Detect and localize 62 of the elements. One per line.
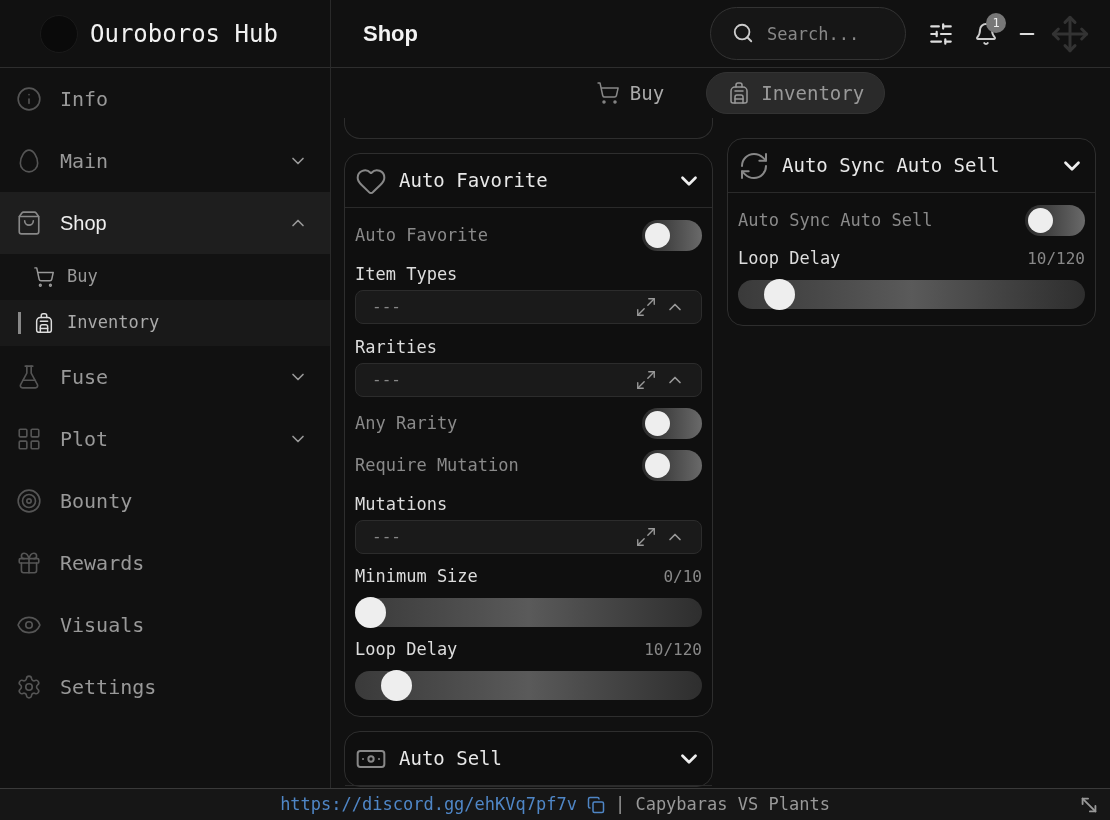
card-title: Auto Favorite xyxy=(399,168,549,194)
toggle-switch[interactable] xyxy=(642,450,702,481)
slider-thumb[interactable] xyxy=(355,597,386,628)
card-title: Auto Sell xyxy=(399,746,503,772)
discord-link[interactable]: https://discord.gg/ehKVq7pf7v xyxy=(280,791,577,818)
notification-badge: 1 xyxy=(986,12,1006,33)
field-label: Mutations xyxy=(355,493,449,516)
target-icon xyxy=(16,488,42,514)
cart-icon xyxy=(595,81,620,105)
sidebar-item[interactable]: Shop xyxy=(0,192,330,254)
field-label: Rarities xyxy=(355,336,438,359)
sidebar-item[interactable]: Info xyxy=(0,68,330,130)
gift-icon xyxy=(16,550,42,576)
slider-track[interactable] xyxy=(738,280,1085,309)
sidebar-item[interactable]: Bounty xyxy=(0,470,330,532)
page-title: Shop xyxy=(363,20,419,48)
slider-label: Minimum Size xyxy=(355,565,478,589)
settings-icon xyxy=(16,674,42,700)
sidebar-item[interactable]: Settings xyxy=(0,656,330,718)
sliders-icon[interactable] xyxy=(928,20,954,47)
slider-value: 10/120 xyxy=(1027,248,1085,270)
tab[interactable]: Inventory xyxy=(706,72,886,114)
dropdown-field[interactable]: --- xyxy=(355,520,702,554)
app-title: Ouroboros Hub xyxy=(90,18,278,50)
slider-track[interactable] xyxy=(355,598,702,627)
slider-thumb[interactable] xyxy=(381,670,413,701)
slider-value: 0/10 xyxy=(663,566,702,588)
toggle-switch[interactable] xyxy=(642,220,702,251)
tab[interactable]: Buy xyxy=(575,72,685,114)
card-title: Auto Sync Auto Sell xyxy=(782,153,1001,179)
dropdown-field[interactable]: --- xyxy=(355,363,702,397)
sidebar-item[interactable]: Fuse xyxy=(0,346,330,408)
slider-track[interactable] xyxy=(355,671,702,700)
slider-label: Loop Delay xyxy=(738,247,841,271)
backpack-icon xyxy=(33,312,55,334)
grid-icon xyxy=(16,426,42,452)
expand-icon[interactable] xyxy=(635,526,657,548)
expand-icon[interactable] xyxy=(635,369,657,391)
slider-thumb[interactable] xyxy=(764,279,796,310)
sidebar-item[interactable]: Plot xyxy=(0,408,330,470)
expand-icon[interactable] xyxy=(635,296,657,318)
sidebar-subitem[interactable]: Inventory xyxy=(0,300,330,346)
copy-icon[interactable] xyxy=(586,795,605,814)
toggle-label: Require Mutation xyxy=(355,453,519,477)
footer-text: | Capybaras VS Plants xyxy=(614,792,830,816)
toggle-label: Auto Favorite xyxy=(355,223,489,247)
cart-icon xyxy=(33,266,55,288)
info-icon xyxy=(16,86,42,112)
bag-icon xyxy=(16,210,42,236)
slider-label: Loop Delay xyxy=(355,638,458,662)
sidebar-item[interactable]: Rewards xyxy=(0,532,330,594)
toggle-label: Auto Sync Auto Sell xyxy=(738,208,933,232)
sidebar-item[interactable]: Main xyxy=(0,130,330,192)
toggle-label: Any Rarity xyxy=(355,411,458,435)
search-icon xyxy=(732,22,754,44)
sidebar-item[interactable]: Visuals xyxy=(0,594,330,656)
search-field[interactable]: Search... xyxy=(710,7,906,60)
slider-value: 10/120 xyxy=(644,639,702,661)
dropdown-field[interactable]: --- xyxy=(355,290,702,324)
toggle-switch[interactable] xyxy=(1025,205,1085,236)
field-label: Item Types xyxy=(355,263,459,286)
toggle-switch[interactable] xyxy=(642,408,702,439)
